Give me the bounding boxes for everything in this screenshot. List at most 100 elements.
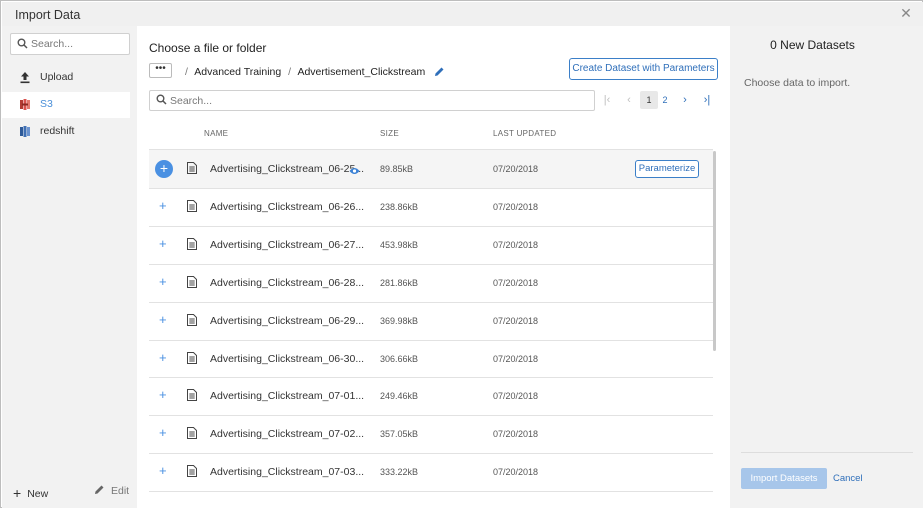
import-data-dialog: Import Data ✕ Upload S3 redshift + New Ed… <box>0 0 923 508</box>
file-icon <box>187 313 197 329</box>
selection-panel: 0 New Datasets Choose data to import. Im… <box>730 26 923 508</box>
table-row[interactable]: + Advertising_Clickstream_07-02... 357.05k… <box>149 415 713 453</box>
add-file-button[interactable]: + <box>159 198 167 213</box>
empty-selection-message: Choose data to import. <box>744 77 851 89</box>
create-dataset-with-parameters-button[interactable]: Create Dataset with Parameters <box>569 58 718 80</box>
file-name: Advertising_Clickstream_07-03... <box>210 466 365 479</box>
sidebar-item-label: redshift <box>40 125 75 137</box>
table-row[interactable]: + Advertising_Clickstream_06-25... 89.85kB… <box>149 150 713 188</box>
column-header-name[interactable]: NAME <box>204 129 228 138</box>
file-name: Advertising_Clickstream_07-01... <box>210 390 365 403</box>
column-header-size[interactable]: SIZE <box>380 129 399 138</box>
search-icon <box>156 94 167 105</box>
table-row[interactable]: + Advertising_Clickstream_06-29... 369.98k… <box>149 302 713 340</box>
file-icon <box>187 162 197 177</box>
import-datasets-button[interactable]: Import Datasets <box>741 468 827 489</box>
add-file-button[interactable]: + <box>159 312 167 327</box>
file-last-updated: 07/20/2018 <box>493 391 539 402</box>
file-last-updated: 07/20/2018 <box>493 239 539 250</box>
aws-s3-icon <box>20 99 30 110</box>
add-file-button[interactable]: + <box>159 388 167 402</box>
page-2-button[interactable]: 2 <box>656 91 674 109</box>
file-browser: Choose a file or folder ••• / Advanced T… <box>137 26 730 508</box>
file-icon <box>187 275 197 291</box>
file-last-updated: 07/20/2018 <box>493 277 539 288</box>
file-name: Advertising_Clickstream_06-28... <box>210 276 365 289</box>
table-row[interactable]: + Advertising_Clickstream_06-30... 306.66k… <box>149 340 713 378</box>
file-size: 249.46kB <box>380 391 419 402</box>
pencil-icon <box>95 485 104 494</box>
column-header-last-updated[interactable]: LAST UPDATED <box>493 129 556 138</box>
file-name: Advertising_Clickstream_06-30... <box>210 352 365 365</box>
breadcrumb-item[interactable]: Advanced Training <box>194 66 281 78</box>
file-size: 453.98kB <box>380 239 419 250</box>
pencil-icon[interactable] <box>434 66 445 77</box>
file-size: 333.22kB <box>380 467 419 478</box>
search-icon <box>17 38 28 49</box>
file-name: Advertising_Clickstream_06-25... <box>210 163 365 175</box>
breadcrumb-separator: / <box>288 66 292 78</box>
edit-connection-button[interactable]: Edit <box>94 484 129 497</box>
plus-icon: + <box>13 485 22 501</box>
edit-label: Edit <box>111 485 130 497</box>
first-page-icon[interactable]: |‹ <box>598 91 616 109</box>
add-file-button[interactable]: + <box>155 160 173 178</box>
add-file-button[interactable]: + <box>159 350 167 365</box>
title-bar: Import Data ✕ <box>2 2 923 26</box>
table-row[interactable]: + Advertising_Clickstream_06-28... 281.86k… <box>149 264 713 302</box>
upload-icon <box>20 72 30 84</box>
scrollbar[interactable] <box>713 151 716 351</box>
table-row[interactable]: + Advertising_Clickstream_07-01... 249.46k… <box>149 377 713 415</box>
breadcrumb-separator: / <box>185 66 188 78</box>
file-icon <box>187 427 197 442</box>
cancel-button[interactable]: Cancel <box>833 473 863 484</box>
file-last-updated: 07/20/2018 <box>493 429 539 440</box>
table-header: NAME SIZE LAST UPDATED <box>149 124 715 150</box>
eye-icon[interactable] <box>349 164 360 178</box>
file-icon <box>187 237 197 253</box>
new-label: New <box>27 488 49 500</box>
previous-page-icon[interactable]: ‹ <box>620 91 638 109</box>
file-size: 306.66kB <box>380 353 419 364</box>
source-search-box[interactable] <box>10 33 130 55</box>
file-last-updated: 07/20/2018 <box>493 315 539 326</box>
breadcrumb-item-current: Advertisement_Clickstream <box>297 66 426 78</box>
breadcrumb: / Advanced Training / Advertisement_Clic… <box>181 66 445 78</box>
more-path-button[interactable]: ••• <box>149 63 172 78</box>
file-name: Advertising_Clickstream_07-02... <box>210 428 365 441</box>
file-icon <box>187 351 197 367</box>
file-last-updated: 07/20/2018 <box>493 164 539 174</box>
close-icon[interactable]: ✕ <box>898 5 914 21</box>
sidebar-item-redshift[interactable]: redshift <box>2 119 130 145</box>
redshift-icon <box>20 126 30 137</box>
new-datasets-count: 0 New Datasets <box>770 38 855 52</box>
file-size: 281.86kB <box>380 277 419 288</box>
add-file-button[interactable]: + <box>159 274 167 289</box>
file-size: 89.85kB <box>380 164 414 174</box>
last-page-icon[interactable]: ›| <box>698 91 716 109</box>
file-search-box[interactable] <box>149 90 595 111</box>
file-icon <box>187 389 197 404</box>
sidebar-item-upload[interactable]: Upload <box>2 65 130 91</box>
new-connection-button[interactable]: + New <box>13 484 49 501</box>
add-file-button[interactable]: + <box>159 426 167 440</box>
file-size: 357.05kB <box>380 429 419 440</box>
table-row[interactable]: + Advertising_Clickstream_07-03... 333.22k… <box>149 453 713 491</box>
table-row[interactable]: + Advertising_Clickstream_06-26... 238.86k… <box>149 188 713 226</box>
file-icon <box>187 199 197 215</box>
file-size: 238.86kB <box>380 201 419 212</box>
sidebar-item-s3[interactable]: S3 <box>2 92 130 118</box>
file-last-updated: 07/20/2018 <box>493 467 539 478</box>
table-row[interactable]: + Advertising_Clickstream_06-27... 453.98k… <box>149 226 713 264</box>
dialog-title: Import Data <box>15 8 81 22</box>
file-search-input[interactable] <box>170 93 580 108</box>
file-icon <box>187 465 197 480</box>
file-name: Advertising_Clickstream_06-29... <box>210 314 365 327</box>
file-name: Advertising_Clickstream_06-27... <box>210 238 365 251</box>
next-page-icon[interactable]: › <box>676 91 694 109</box>
divider <box>741 452 913 453</box>
add-file-button[interactable]: + <box>159 236 167 251</box>
parameterize-button[interactable]: Parameterize <box>635 160 699 178</box>
source-search-input[interactable] <box>31 36 125 52</box>
add-file-button[interactable]: + <box>159 464 167 478</box>
